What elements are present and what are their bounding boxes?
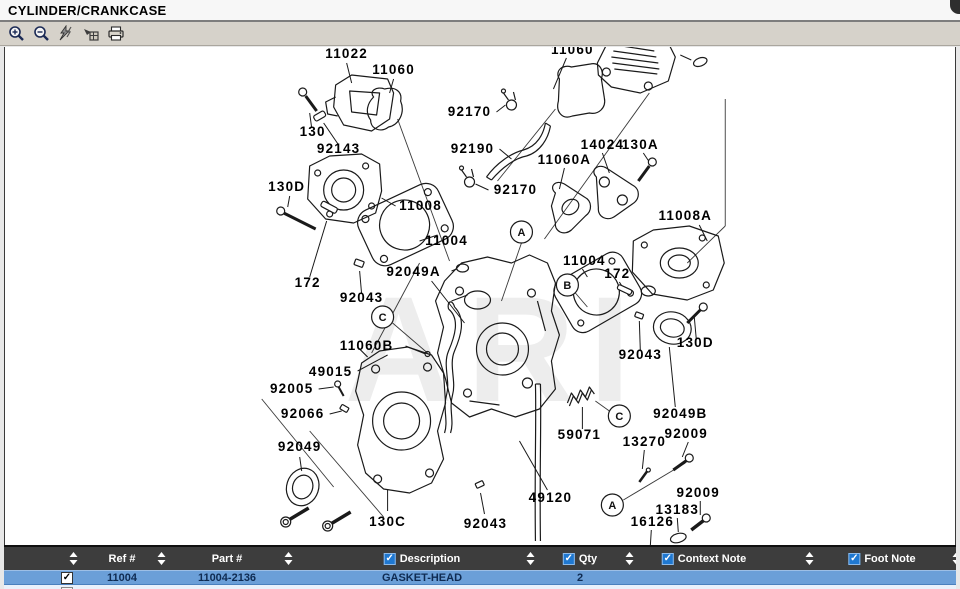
hotspot-button[interactable]: [57, 25, 75, 43]
column-header-description[interactable]: ✓ Description: [384, 547, 461, 570]
column-header-part-[interactable]: Part #: [212, 547, 243, 570]
callout-C: C: [608, 405, 630, 427]
sort-toggle-icon[interactable]: [527, 552, 536, 565]
column-header-label: Foot Note: [864, 553, 915, 565]
parts-lookup-button[interactable]: [82, 25, 100, 43]
part-number-label[interactable]: 11060A: [538, 152, 592, 167]
part-number-label[interactable]: 11004: [563, 253, 606, 268]
column-header-label: Context Note: [678, 553, 746, 565]
part-number-label[interactable]: 92043: [340, 290, 383, 305]
callout-A: A: [601, 494, 623, 516]
part-number-label[interactable]: 13270: [623, 434, 666, 449]
column-header-label: Qty: [579, 553, 597, 565]
exploded-parts-diagram[interactable]: ARI: [4, 47, 956, 545]
part-number-label[interactable]: 92190: [451, 141, 494, 156]
part-number-label[interactable]: 11060: [372, 62, 415, 77]
part-number-label[interactable]: 92009: [677, 485, 720, 500]
part-number-label[interactable]: 92170: [494, 182, 537, 197]
callout-B: B: [556, 274, 578, 296]
part-number-label[interactable]: 92043: [619, 347, 662, 362]
part-number-label[interactable]: 11022: [325, 47, 368, 61]
title-bar: CYLINDER/CRANKCASE: [0, 0, 960, 22]
part-number-label[interactable]: 172: [604, 266, 630, 281]
part-number-label[interactable]: 130D: [268, 179, 305, 194]
print-button[interactable]: [107, 25, 125, 43]
part-number-label[interactable]: 92043: [464, 516, 507, 531]
zoom-in-icon: [8, 25, 25, 42]
qty-cell: 2: [577, 571, 583, 585]
part-number-label[interactable]: 11004: [425, 233, 468, 248]
parts-lookup-icon: [82, 25, 100, 42]
part-number-label[interactable]: 92009: [665, 426, 708, 441]
sort-toggle-icon[interactable]: [626, 552, 635, 565]
svg-text:A: A: [608, 500, 616, 512]
column-header-label: Ref #: [109, 553, 136, 565]
part-number-label[interactable]: 59071: [558, 427, 601, 442]
part-number-label[interactable]: 14024: [581, 137, 624, 152]
diagram-canvas: ARI: [5, 47, 955, 545]
part-number-label[interactable]: 92143: [317, 141, 360, 156]
column-header-ref-[interactable]: Ref #: [109, 547, 136, 570]
sort-toggle-icon[interactable]: [806, 552, 815, 565]
part-number-label[interactable]: 11008A: [658, 208, 712, 223]
zoom-in-button[interactable]: [7, 25, 25, 43]
column-header-label: Description: [400, 553, 461, 565]
part-cell: 11004-2136: [198, 571, 256, 585]
part-number-label[interactable]: 130C: [369, 514, 406, 529]
column-header-context-note[interactable]: ✓ Context Note: [662, 547, 746, 570]
svg-text:B: B: [563, 280, 571, 292]
table-row-partial[interactable]: [4, 585, 956, 589]
callout-A: A: [510, 221, 532, 243]
column-header-label: Part #: [212, 553, 243, 565]
sort-toggle-icon[interactable]: [285, 552, 294, 565]
callout-C: C: [372, 306, 394, 328]
description-cell: GASKET-HEAD: [382, 571, 462, 585]
diagram-toolbar: [0, 22, 960, 46]
part-number-label[interactable]: 92049B: [653, 406, 707, 421]
zoom-out-button[interactable]: [32, 25, 50, 43]
part-number-label[interactable]: 130D: [677, 335, 714, 350]
part-number-label[interactable]: 92049: [278, 439, 321, 454]
part-number-label[interactable]: 11060B: [340, 338, 394, 353]
sort-toggle-icon[interactable]: [70, 552, 79, 565]
part-number-label[interactable]: 92049A: [386, 264, 440, 279]
part-number-label[interactable]: 172: [295, 275, 321, 290]
part-number-label[interactable]: 92066: [281, 406, 324, 421]
svg-text:C: C: [379, 312, 387, 324]
sort-toggle-icon[interactable]: [158, 552, 167, 565]
part-number-label[interactable]: 130: [300, 124, 326, 139]
print-icon: [107, 25, 125, 42]
table-row-selected[interactable]: ✓ 11004 11004-2136 GASKET-HEAD 2: [4, 570, 956, 585]
ref-cell: 11004: [107, 571, 137, 585]
column-visibility-checkbox[interactable]: ✓: [384, 553, 396, 565]
parts-table-header: Ref # Part # ✓ Description ✓ Qty ✓ Context Note…: [4, 547, 956, 570]
part-number-label[interactable]: 49015: [309, 364, 352, 379]
part-number-label[interactable]: 92170: [448, 104, 491, 119]
lightning-icon: [58, 25, 75, 42]
part-number-label[interactable]: 16126: [631, 514, 674, 529]
column-visibility-checkbox[interactable]: ✓: [662, 553, 674, 565]
parts-catalog-window: CYLINDER/CRANKCASE: [0, 0, 960, 589]
part-number-label[interactable]: 11008: [399, 198, 442, 213]
zoom-out-icon: [33, 25, 50, 42]
part-number-label[interactable]: 11060: [551, 47, 594, 57]
column-visibility-checkbox[interactable]: ✓: [848, 553, 860, 565]
sort-toggle-icon[interactable]: [953, 552, 957, 565]
row-select-checkbox[interactable]: ✓: [61, 572, 73, 584]
svg-text:A: A: [517, 227, 525, 239]
column-visibility-checkbox[interactable]: ✓: [563, 553, 575, 565]
column-header-foot-note[interactable]: ✓ Foot Note: [848, 547, 915, 570]
parts-table: Ref # Part # ✓ Description ✓ Qty ✓ Context Note…: [4, 545, 956, 589]
svg-text:C: C: [615, 411, 623, 423]
part-number-label[interactable]: 92005: [270, 381, 313, 396]
part-number-label[interactable]: 130A: [622, 137, 659, 152]
page-title: CYLINDER/CRANKCASE: [0, 3, 167, 18]
part-number-label[interactable]: 49120: [529, 490, 572, 505]
column-header-qty[interactable]: ✓ Qty: [563, 547, 597, 570]
